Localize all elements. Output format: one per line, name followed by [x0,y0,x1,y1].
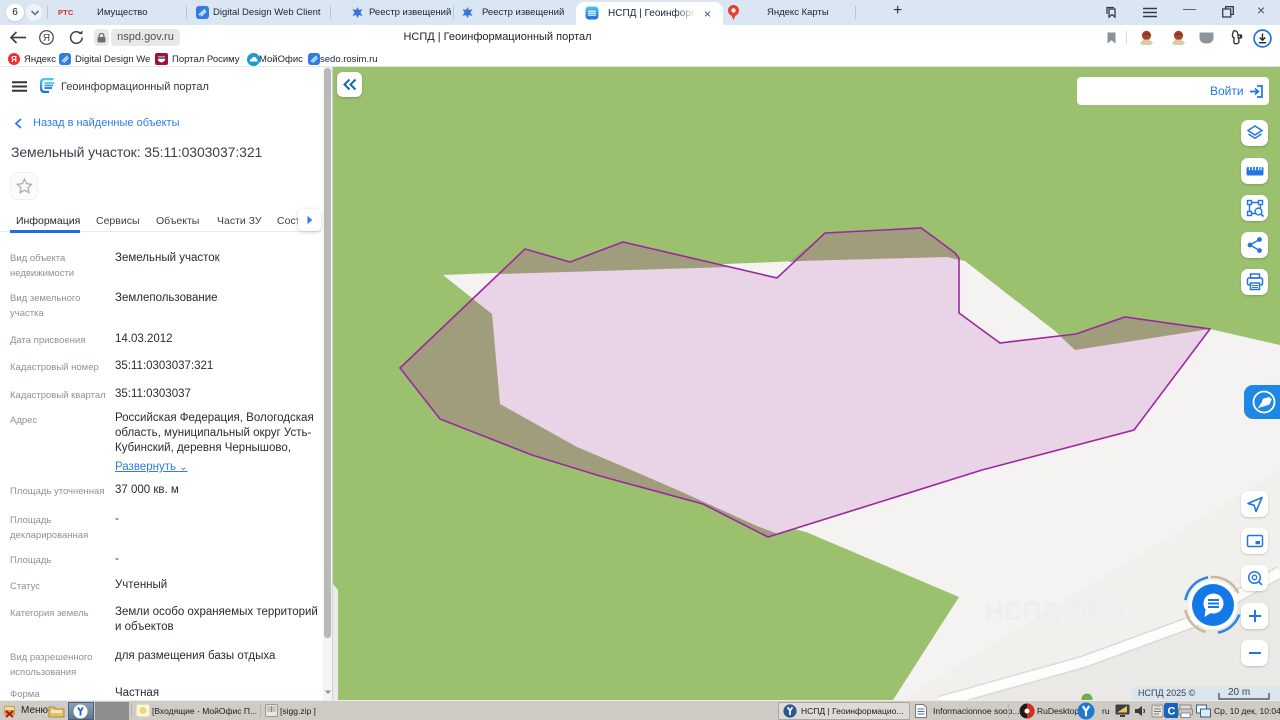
svg-text:НСПД 2025: НСПД 2025 [985,596,1125,626]
svg-text:Я: Я [11,55,17,64]
svg-text:C: C [1168,706,1176,718]
